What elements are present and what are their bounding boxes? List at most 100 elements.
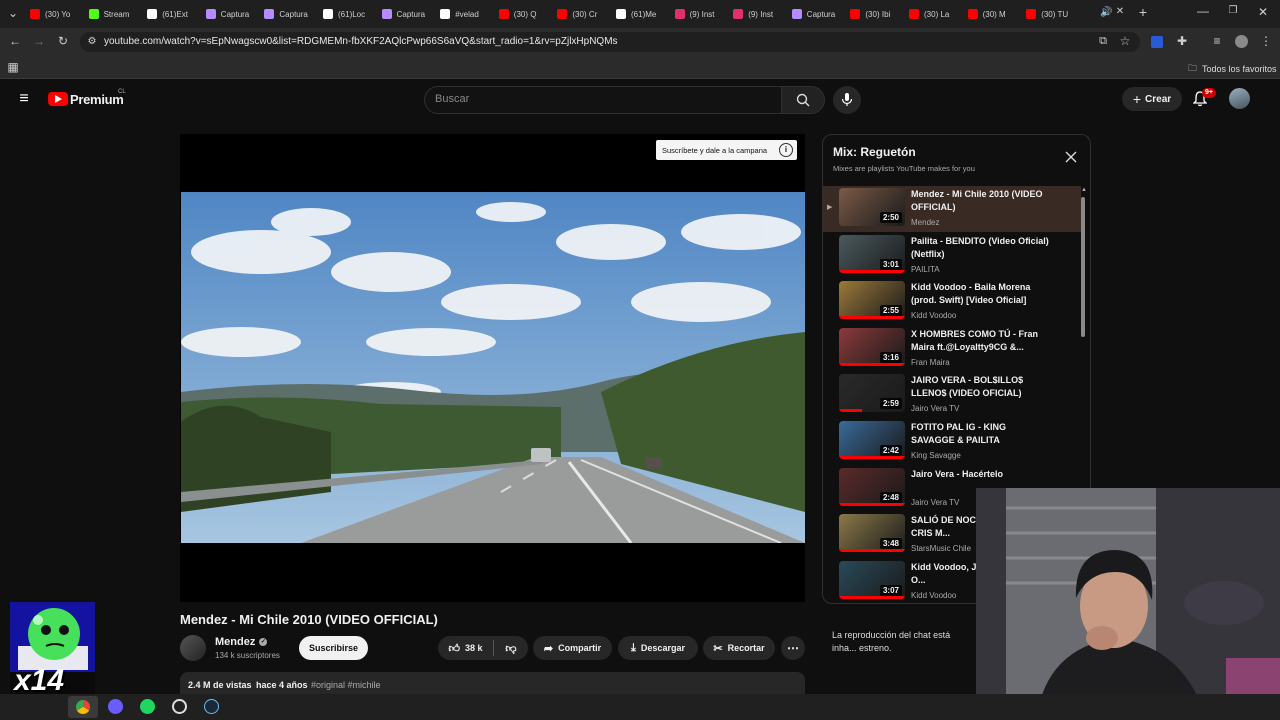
close-window-icon[interactable]: ✕: [1256, 5, 1270, 19]
duration-badge: 2:55: [879, 305, 902, 317]
pen-icon: [381, 9, 392, 19]
dislike-button[interactable]: 👎︎: [494, 636, 528, 660]
video-frame[interactable]: [181, 192, 805, 543]
youtube-premium-logo[interactable]: Premium: [70, 92, 124, 107]
channel-name-link[interactable]: Mendez ✓: [215, 636, 268, 648]
bookmark-star-icon[interactable]: ☆: [1118, 34, 1132, 48]
video-thumbnail[interactable]: 2:48: [839, 467, 905, 506]
search-button[interactable]: [781, 86, 825, 114]
browser-menu-icon[interactable]: ⋮: [1260, 34, 1272, 48]
channel-avatar[interactable]: [180, 635, 206, 661]
browser-tab[interactable]: (9) Inst: [674, 4, 728, 24]
video-thumbnail[interactable]: 2:42: [839, 421, 905, 459]
youtube-icon: [30, 9, 40, 19]
video-thumbnail[interactable]: 2:59: [839, 374, 905, 413]
browser-tab[interactable]: (61)Me: [616, 4, 669, 24]
video-thumbnail[interactable]: 2:50: [839, 188, 905, 226]
playlist-item[interactable]: 2:42 FOTITO PAL IG - KING SAVAGGE & PAILI…: [823, 419, 1081, 465]
hamburger-menu-icon[interactable]: ≡: [16, 90, 32, 108]
video-thumbnail[interactable]: 3:01: [839, 234, 905, 273]
account-avatar[interactable]: [1229, 88, 1250, 109]
url-text[interactable]: youtube.com/watch?v=sEpNwagscw0&list=RDG…: [104, 36, 618, 47]
steam-icon[interactable]: [204, 699, 219, 714]
discord-icon[interactable]: [108, 699, 123, 714]
browser-tab[interactable]: Captura: [205, 4, 259, 24]
info-icon[interactable]: i: [779, 143, 793, 157]
channel-branding-overlay[interactable]: Suscríbete y dale a la campana i: [656, 140, 797, 160]
browser-tab[interactable]: (30) M: [967, 4, 1021, 24]
share-button[interactable]: ➦ Compartir: [533, 636, 612, 660]
search-input[interactable]: Buscar: [424, 86, 782, 114]
playlist-item[interactable]: 2:55 Kidd Voodoo - Baila Morena (prod. Sw…: [823, 279, 1081, 325]
obs-icon[interactable]: [172, 699, 187, 714]
taskbar-active-app[interactable]: [68, 696, 98, 718]
video-thumbnail[interactable]: 3:07: [839, 560, 905, 599]
extensions-puzzle-icon[interactable]: ✚: [1175, 34, 1189, 48]
video-thumbnail[interactable]: 2:55: [839, 281, 905, 320]
thumbs-down-icon: 👎︎: [505, 642, 517, 655]
apps-grid-icon[interactable]: ▦: [6, 60, 20, 74]
microphone-icon: [841, 93, 853, 106]
more-actions-button[interactable]: ⋯: [781, 636, 805, 660]
search-placeholder: Buscar: [435, 93, 470, 105]
download-button[interactable]: ⤓ Descargar: [618, 636, 698, 660]
browser-tab[interactable]: #velad: [440, 4, 493, 24]
browser-tab[interactable]: Captura: [264, 4, 317, 24]
chrome-icon: [76, 700, 90, 714]
watch-progress-bar: [839, 595, 905, 599]
speaker-icon[interactable]: 🔊: [1100, 7, 1112, 18]
playlist-item[interactable]: 2:59 JAIRO VERA - BOL$ILLO$ LLENO$ (VIDEO…: [823, 372, 1081, 418]
notifications-button[interactable]: 9+: [1192, 88, 1216, 107]
browser-tab[interactable]: (30) Cr: [557, 4, 610, 24]
playlist-item[interactable]: 3:01 Pailita - BENDITO (Video Oficial) (N…: [823, 233, 1081, 279]
tab-search-chevron-icon[interactable]: ⌄: [6, 6, 20, 20]
playlist-title: Mix: Reguetón: [833, 145, 916, 159]
restore-icon[interactable]: ❐: [1226, 5, 1240, 16]
forward-icon[interactable]: →: [32, 34, 46, 48]
voice-search-button[interactable]: [833, 86, 861, 114]
clip-button[interactable]: ✂ Recortar: [703, 636, 775, 660]
browser-tab[interactable]: (9) Inst: [733, 4, 786, 24]
youtube-logo-icon[interactable]: [48, 92, 68, 106]
scrollbar-thumb[interactable]: [1081, 197, 1085, 337]
subscribe-button[interactable]: Suscribirse: [299, 636, 368, 660]
media-control-icon[interactable]: ≡: [1210, 34, 1224, 48]
browser-tab[interactable]: (30) Yo: [30, 4, 83, 24]
playlist-item-channel: Kidd Voodoo: [911, 311, 957, 321]
browser-tab[interactable]: (30) La: [909, 4, 962, 24]
now-playing-icon: ▶: [827, 204, 833, 211]
bookmarks-bar: [0, 56, 1280, 79]
video-thumbnail[interactable]: 3:16: [839, 327, 905, 366]
close-tab-icon[interactable]: ✕: [1115, 6, 1125, 17]
profile-avatar[interactable]: [1235, 35, 1248, 48]
scroll-up-icon[interactable]: ▲: [1081, 187, 1087, 193]
browser-tab[interactable]: (30) Q: [498, 4, 552, 24]
site-info-icon[interactable]: ⚙: [86, 36, 98, 47]
minimize-icon[interactable]: —: [1196, 4, 1210, 18]
playlist-item[interactable]: 3:16 X HOMBRES COMO TÚ - Fran Maira ft.@L…: [823, 326, 1081, 372]
browser-tab[interactable]: Stream: [88, 4, 142, 24]
extension-icon[interactable]: [1151, 36, 1163, 48]
close-playlist-button[interactable]: [1064, 150, 1078, 164]
new-tab-icon[interactable]: +: [1136, 4, 1150, 20]
spotify-icon[interactable]: [140, 699, 155, 714]
like-button[interactable]: 👍︎ 38 k: [438, 636, 493, 660]
hashtags[interactable]: #original #michile: [311, 680, 381, 690]
browser-tab[interactable]: (61)Loc: [323, 4, 376, 24]
playlist-scrollbar[interactable]: ▲: [1081, 187, 1087, 337]
browser-tab[interactable]: (30) TU: [1026, 4, 1079, 24]
browser-tab[interactable]: (61)Ext: [147, 4, 200, 24]
reload-icon[interactable]: ↻: [56, 34, 70, 48]
create-button[interactable]: + Crear: [1122, 87, 1182, 111]
playlist-item-channel: Mendez: [911, 218, 940, 227]
playlist-item[interactable]: ▶ 2:50 Mendez - Mi Chile 2010 (VIDEO OFFIC…: [823, 186, 1081, 232]
browser-tab[interactable]: Captura: [381, 4, 435, 24]
all-bookmarks-button[interactable]: 🗀 Todos los favoritos: [1188, 61, 1277, 77]
video-title: Mendez - Mi Chile 2010 (VIDEO OFFICIAL): [180, 612, 438, 627]
video-thumbnail[interactable]: 3:48: [839, 514, 905, 553]
browser-tab[interactable]: (30) Ibi: [850, 4, 903, 24]
playlist-item-channel: Fran Maira: [911, 357, 950, 367]
back-icon[interactable]: ←: [8, 34, 22, 48]
install-app-icon[interactable]: ⧉: [1096, 35, 1110, 48]
browser-tab[interactable]: Captura: [791, 4, 845, 24]
